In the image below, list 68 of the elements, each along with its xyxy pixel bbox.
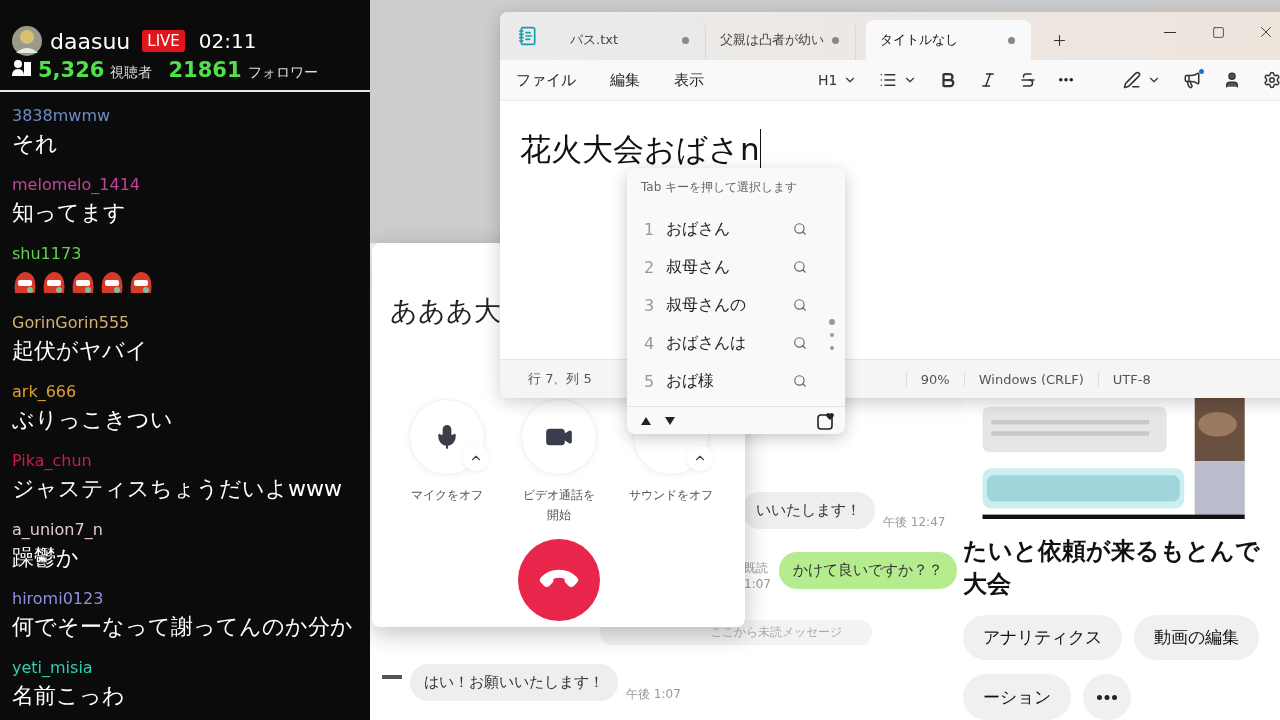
received-message: いいたします！: [742, 492, 875, 529]
chat-username: 3838mwmw: [12, 106, 111, 125]
candidate-item[interactable]: 5 おば様: [627, 362, 845, 400]
candidate-text: 叔母さん: [666, 256, 731, 278]
message-time: 1:07: [744, 577, 771, 591]
chat-message: ジャスティスちょうだいよwww: [12, 475, 342, 503]
caller-name: あああ大: [390, 294, 501, 328]
action-chip[interactable]: ーション: [963, 674, 1071, 720]
received-message: はい！お願いいたします！: [410, 664, 618, 701]
read-receipt: 既読: [744, 560, 769, 577]
candidate-text: おばさん: [666, 218, 731, 240]
chat-message: 何でそーなって謝ってんのか分か: [12, 613, 353, 641]
chat-message: 名前こっわ: [12, 682, 125, 710]
chat-message: ぶりっこきつい: [12, 406, 173, 434]
status-item: 行 7、列 5: [527, 370, 593, 388]
menu-item[interactable]: 表示: [674, 70, 704, 90]
document-tab[interactable]: タイトルなし: [866, 20, 1031, 60]
chat-message: 起伏がヤバイ: [12, 337, 148, 365]
candidate-item[interactable]: 3 叔母さんの: [627, 286, 845, 324]
viewers-label: 視聴者: [110, 64, 153, 82]
chat-username: ark_666: [12, 382, 77, 401]
chat-username: shu1173: [12, 244, 82, 263]
tab-title: 父親は凸者が幼い: [720, 31, 824, 49]
followers-label: フォロワー: [247, 64, 318, 82]
video-title: たいと依頼が来るもとんで大会: [963, 536, 1261, 600]
candidate-item[interactable]: 4 おばさんは: [627, 324, 845, 362]
live-badge: LIVE: [142, 30, 185, 52]
candidate-number: 5: [644, 371, 656, 391]
sent-message: かけて良いですか？？: [778, 552, 957, 589]
chat-username: Pika_chun: [12, 451, 92, 470]
candidate-text: 叔母さんの: [666, 294, 747, 316]
tab-title: タイトルなし: [880, 31, 958, 49]
action-chip[interactable]: 動画の編集: [1134, 615, 1259, 660]
candidate-number: 3: [644, 295, 656, 315]
chat-username: yeti_misia: [12, 658, 93, 677]
message-time: 午後 12:47: [883, 514, 946, 531]
candidate-text: おばさんは: [666, 332, 747, 354]
menu-item[interactable]: ファイル: [516, 70, 576, 90]
candidate-item[interactable]: 1 おばさん: [627, 210, 845, 248]
status-item: Windows (CRLF): [963, 371, 1098, 387]
status-item: 90%: [905, 371, 964, 387]
chat-username: GorinGorin555: [12, 313, 130, 332]
heading-dropdown[interactable]: H1: [818, 72, 858, 88]
streamer-name: daasuu: [50, 28, 131, 54]
follower-count: 21861: [168, 58, 242, 82]
action-chip[interactable]: アナリティクス: [963, 615, 1122, 660]
chat-username: melomelo_1414: [12, 175, 141, 194]
tab-title: パス.txt: [570, 31, 619, 49]
candidate-item[interactable]: 2 叔母さん: [627, 248, 845, 286]
chat-message: それ: [12, 130, 58, 158]
message-time: 午後 1:07: [626, 686, 681, 703]
candidate-number: 4: [644, 333, 656, 353]
chat-username: hiromi0123: [12, 589, 104, 608]
editor-text: 花火大会: [520, 130, 644, 169]
candidate-text: おば様: [666, 370, 715, 392]
candidate-number: 2: [644, 257, 656, 277]
control-label: サウンドをオフ: [628, 487, 713, 504]
candidate-number: 1: [644, 219, 656, 239]
chat-username: a_union7_n: [12, 520, 103, 539]
viewer-count: 5,326: [38, 58, 105, 82]
elapsed-time: 02:11: [198, 29, 257, 53]
chat-message: 躁鬱か: [12, 544, 79, 572]
status-item: UTF-8: [1097, 371, 1165, 387]
control-label: ビデオ通話を開始: [521, 487, 596, 524]
chat-message: 知ってます: [12, 199, 126, 227]
menu-item[interactable]: 編集: [610, 70, 640, 90]
candidate-hint: Tab キーを押して選択します: [641, 179, 798, 196]
control-label: マイクをオフ: [410, 487, 483, 504]
